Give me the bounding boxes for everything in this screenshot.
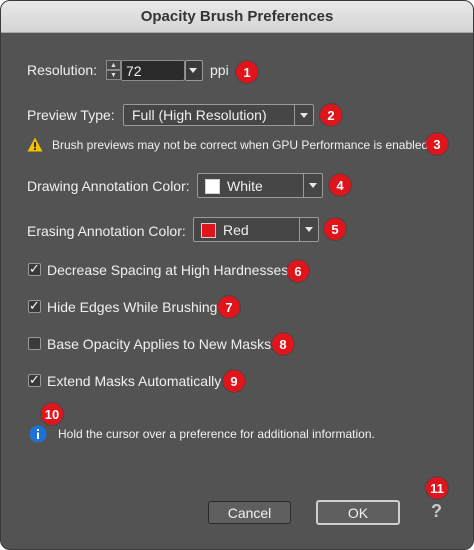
check-icon: ✓ [29, 372, 40, 387]
resolution-stepper[interactable]: ▲ ▼ [106, 60, 121, 81]
drawing-color-select[interactable]: White [197, 173, 323, 198]
chevron-down-icon [189, 68, 197, 73]
checkbox-extend-masks[interactable]: ✓ [28, 372, 41, 387]
callout-badge-1: 1 [236, 61, 258, 83]
title-bar: Opacity Brush Preferences [1, 1, 473, 33]
callout-badge-6: 6 [287, 260, 309, 282]
decrement-arrow-icon[interactable]: ▼ [106, 70, 121, 80]
erasing-color-swatch [201, 223, 216, 238]
info-text: Hold the cursor over a preference for ad… [58, 427, 375, 441]
chevron-down-icon [300, 112, 308, 118]
callout-badge-10: 10 [41, 403, 63, 425]
dialog-title: Opacity Brush Preferences [140, 8, 334, 25]
callout-badge-9: 9 [223, 370, 245, 392]
cancel-button[interactable]: Cancel [208, 501, 291, 524]
erasing-color-label: Erasing Annotation Color: [27, 223, 186, 239]
callout-badge-7: 7 [218, 296, 240, 318]
info-icon [29, 425, 47, 443]
callout-badge-5: 5 [324, 218, 346, 240]
chevron-down-icon [309, 183, 317, 188]
ok-button-label: OK [347, 504, 369, 521]
resolution-label: Resolution: [27, 62, 98, 78]
preview-type-label: Preview Type: [27, 107, 115, 123]
checkbox-hide-edges[interactable]: ✓ [28, 298, 41, 313]
preview-type-select[interactable]: Full (High Resolution) [123, 104, 314, 126]
check-icon: ✓ [29, 261, 40, 276]
drawing-color-swatch [205, 179, 220, 194]
resolution-value: 72 [126, 62, 142, 79]
help-icon[interactable]: ? [431, 501, 442, 522]
ok-button[interactable]: OK [316, 500, 400, 525]
callout-badge-3: 3 [426, 133, 448, 155]
option-extend-masks-label[interactable]: Extend Masks Automatically [47, 373, 221, 389]
preferences-dialog: Opacity Brush Preferences Resolution: ▲ … [0, 0, 474, 550]
warning-icon [27, 137, 43, 152]
gpu-warning-text: Brush previews may not be correct when G… [52, 138, 429, 152]
erasing-color-select[interactable]: Red [193, 217, 319, 242]
check-icon: ✓ [29, 298, 40, 313]
chevron-down-icon [305, 227, 313, 232]
resolution-unit: ppi [210, 62, 229, 78]
option-base-opacity-label[interactable]: Base Opacity Applies to New Masks [47, 336, 271, 352]
checkbox-base-opacity[interactable] [28, 337, 41, 350]
callout-badge-8: 8 [272, 333, 294, 355]
erasing-color-value: Red [223, 221, 249, 238]
drawing-color-label: Drawing Annotation Color: [27, 178, 190, 194]
cancel-button-label: Cancel [227, 504, 272, 521]
callout-badge-4: 4 [329, 174, 351, 196]
checkbox-decrease-spacing[interactable]: ✓ [28, 261, 41, 276]
option-hide-edges-label[interactable]: Hide Edges While Brushing [47, 299, 217, 315]
preview-type-value: Full (High Resolution) [132, 107, 267, 123]
callout-badge-11: 11 [426, 477, 448, 499]
resolution-dropdown-button[interactable] [185, 60, 203, 81]
option-decrease-spacing-label[interactable]: Decrease Spacing at High Hardnesses [47, 262, 288, 278]
drawing-color-value: White [227, 177, 263, 194]
increment-arrow-icon[interactable]: ▲ [106, 60, 121, 70]
resolution-input[interactable]: 72 [121, 60, 185, 81]
callout-badge-2: 2 [320, 104, 342, 126]
